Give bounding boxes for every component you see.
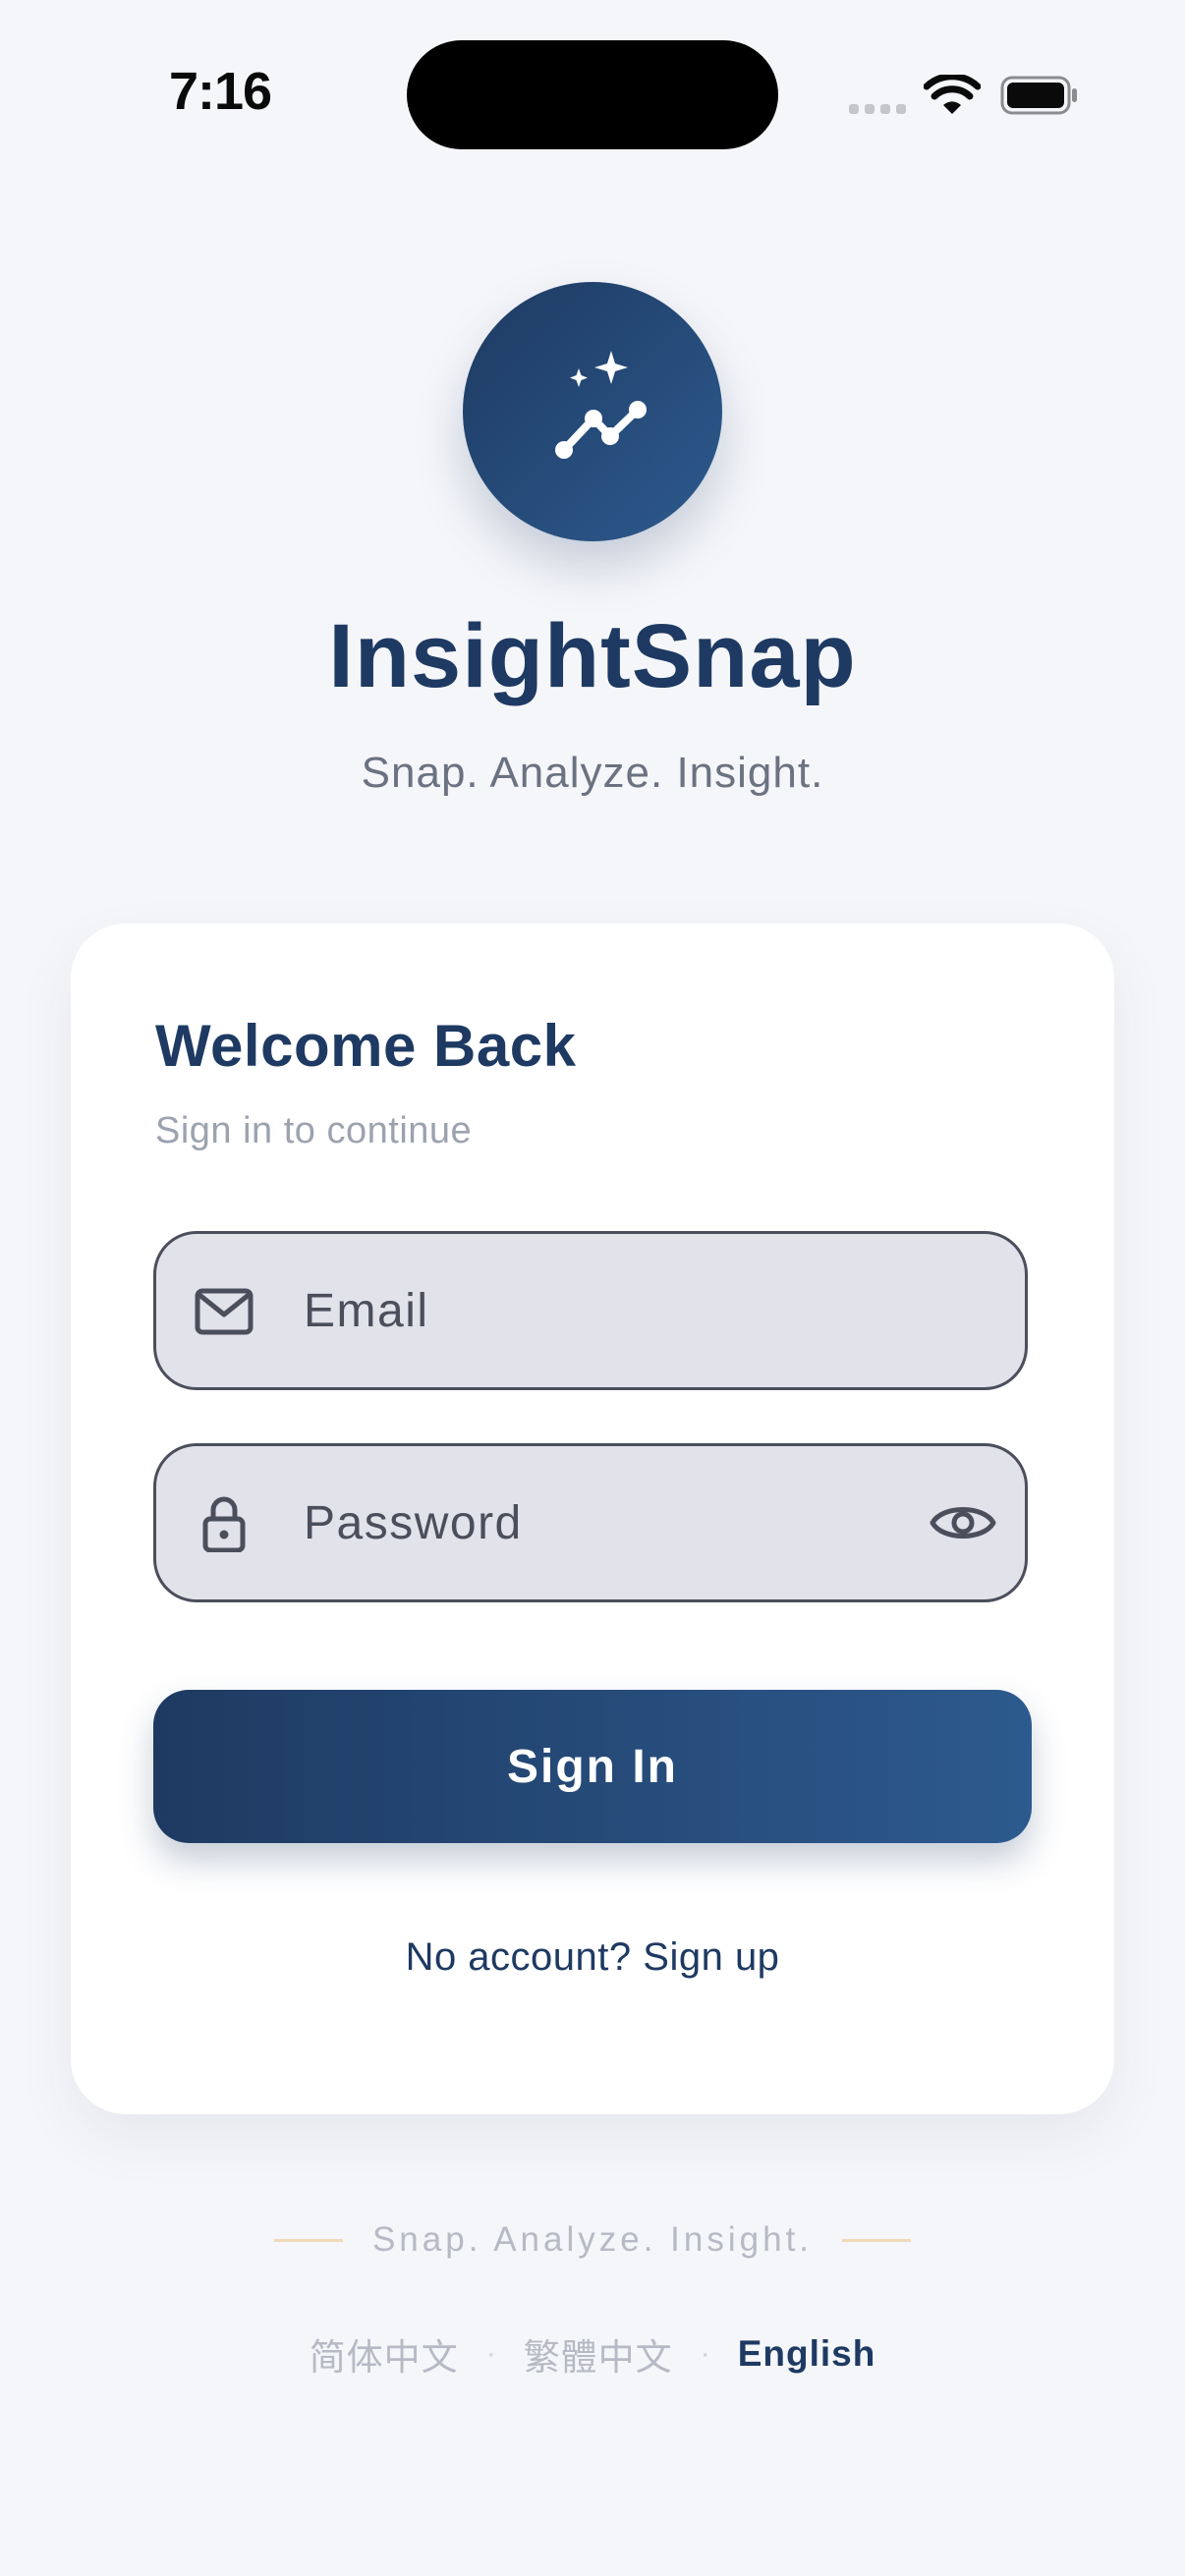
- password-field[interactable]: [153, 1443, 1028, 1602]
- footer-tagline-row: Snap. Analyze. Insight.: [0, 2212, 1185, 2268]
- sparkle-trend-icon: [555, 351, 647, 459]
- cellular-signal-icon: [849, 104, 906, 114]
- email-input[interactable]: [304, 1234, 893, 1387]
- card-title: Welcome Back: [155, 1013, 577, 1079]
- battery-icon: [1000, 76, 1077, 115]
- eye-icon[interactable]: [929, 1497, 997, 1548]
- signup-link[interactable]: No account? Sign up: [71, 1935, 1114, 1980]
- footer-divider-right: [842, 2238, 912, 2242]
- language-separator: ·: [700, 2337, 710, 2370]
- wifi-icon: [924, 75, 981, 114]
- language-option-english[interactable]: English: [738, 2333, 876, 2375]
- lock-icon: [202, 1496, 246, 1552]
- password-input[interactable]: [304, 1446, 893, 1599]
- dynamic-island: [407, 40, 778, 149]
- app-name: InsightSnap: [328, 606, 857, 706]
- language-option-traditional-chinese[interactable]: 繁體中文: [524, 2327, 673, 2380]
- language-option-simplified-chinese[interactable]: 简体中文: [310, 2327, 459, 2380]
- footer-divider-left: [273, 2238, 343, 2242]
- status-bar: 7:16: [0, 0, 1185, 196]
- card-subtitle: Sign in to continue: [155, 1110, 473, 1151]
- envelope-icon: [195, 1288, 254, 1335]
- app-tagline: Snap. Analyze. Insight.: [361, 749, 824, 797]
- email-field[interactable]: [153, 1231, 1028, 1390]
- app-logo: [463, 282, 722, 541]
- sign-in-button[interactable]: Sign In: [153, 1690, 1032, 1843]
- language-switcher: 简体中文 · 繁體中文 · English: [0, 2326, 1185, 2381]
- footer-tagline: Snap. Analyze. Insight.: [371, 2220, 814, 2259]
- login-card: Welcome Back Sign in to continue Sign In…: [71, 924, 1114, 2114]
- language-separator: ·: [485, 2337, 496, 2370]
- status-time: 7:16: [169, 62, 272, 121]
